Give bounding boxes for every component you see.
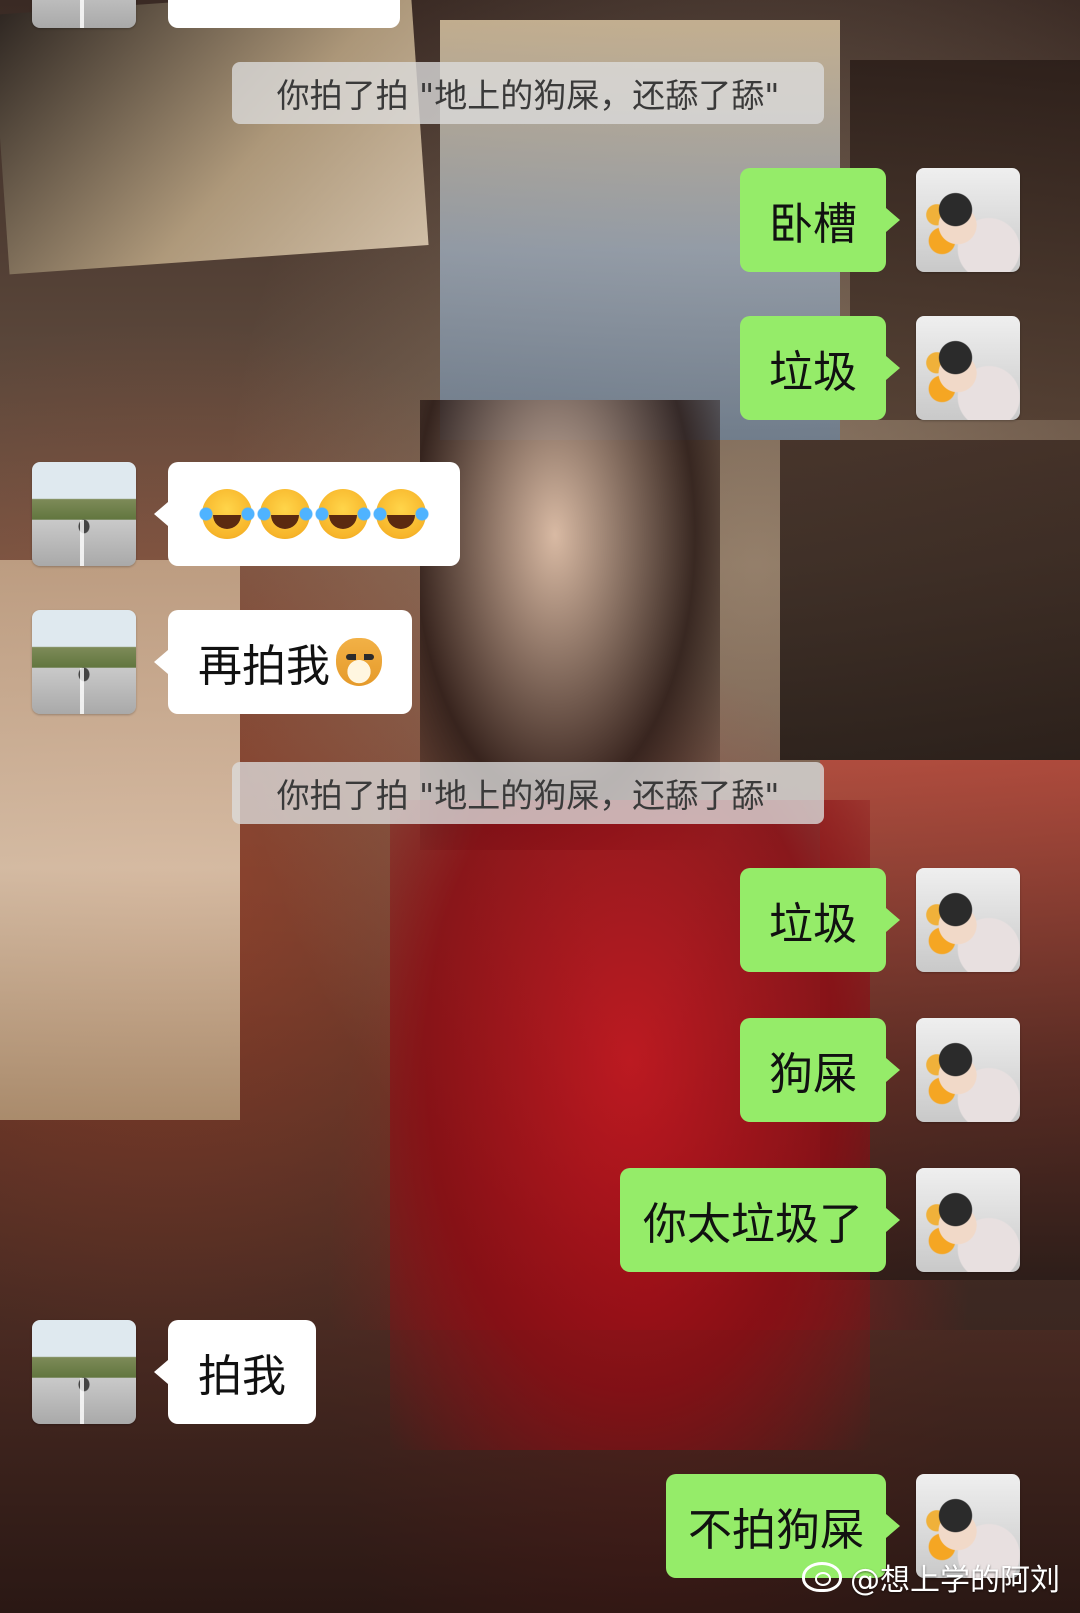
face-with-tears-of-joy-icon (372, 489, 430, 539)
message-bubble-me[interactable]: 垃圾 (740, 868, 900, 972)
watermark-text: @想上学的阿刘 (850, 1563, 1060, 1598)
my-avatar[interactable] (916, 1168, 1020, 1272)
message-bubble-me[interactable]: 垃圾 (740, 316, 900, 420)
wallpaper-patch (0, 0, 429, 275)
message-text: 你太垃圾了 (643, 1199, 863, 1250)
message-text: 拍我 (198, 1351, 286, 1402)
message-bubble-other[interactable]: 再拍我 (154, 610, 412, 714)
message-bubble-cutoff (168, 0, 400, 28)
contact-avatar[interactable] (32, 1320, 136, 1424)
pat-system-notice-text: 你拍了拍 "地上的狗屎，还舔了舔" (276, 76, 780, 115)
face-with-tears-of-joy-icon (256, 489, 314, 539)
my-avatar[interactable] (916, 316, 1020, 420)
message-text: 垃圾 (769, 899, 857, 950)
message-text: 垃圾 (769, 347, 857, 398)
message-bubble-other[interactable] (154, 462, 460, 566)
contact-avatar[interactable] (32, 462, 136, 566)
message-text: 卧槽 (769, 199, 857, 250)
contact-avatar[interactable] (32, 610, 136, 714)
message-bubble-me[interactable]: 你太垃圾了 (620, 1168, 900, 1272)
wallpaper-patch (780, 440, 1080, 760)
message-bubble-me[interactable]: 卧槽 (740, 168, 900, 272)
message-bubble-me[interactable]: 狗屎 (740, 1018, 900, 1122)
contact-avatar[interactable] (32, 0, 136, 28)
my-avatar[interactable] (916, 868, 1020, 972)
face-with-tears-of-joy-icon (314, 489, 372, 539)
my-avatar[interactable] (916, 168, 1020, 272)
message-bubble-other[interactable]: 拍我 (154, 1320, 316, 1424)
message-text: 狗屎 (769, 1049, 857, 1100)
message-text: 再拍我 (198, 641, 330, 692)
face-with-tears-of-joy-icon (198, 489, 256, 539)
message-text: 不拍狗屎 (688, 1505, 864, 1556)
pat-system-notice: 你拍了拍 "地上的狗屎，还舔了舔" (232, 62, 824, 124)
pat-system-notice-text: 你拍了拍 "地上的狗屎，还舔了舔" (276, 776, 780, 815)
weibo-logo-icon (802, 1562, 842, 1592)
my-avatar[interactable] (916, 1018, 1020, 1122)
pat-system-notice: 你拍了拍 "地上的狗屎，还舔了舔" (232, 762, 824, 824)
weibo-watermark: @想上学的阿刘 (802, 1555, 1060, 1599)
doge-emoji-icon (336, 638, 382, 686)
